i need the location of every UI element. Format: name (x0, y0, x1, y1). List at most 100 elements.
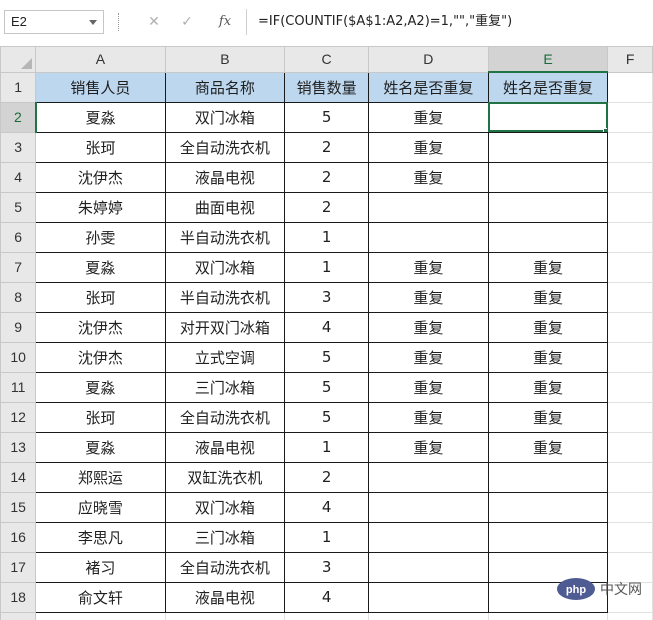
cell-a14[interactable]: 郑熙运 (35, 461, 166, 493)
cell-c19[interactable] (284, 611, 369, 620)
cell-a7[interactable]: 夏淼 (35, 251, 166, 283)
close-icon[interactable]: ✕ (143, 13, 165, 31)
column-header-f[interactable]: F (607, 46, 653, 73)
cell-a12[interactable]: 张珂 (35, 401, 166, 433)
cell-f5[interactable] (607, 191, 653, 223)
cell-d18[interactable] (367, 581, 489, 613)
cell-f1[interactable] (607, 71, 653, 103)
cell-a18[interactable]: 俞文轩 (35, 581, 166, 613)
checkmark-icon[interactable]: ✓ (176, 13, 198, 31)
cell-b5[interactable]: 曲面电视 (164, 191, 286, 223)
cell-d14[interactable] (367, 461, 489, 493)
row-header[interactable]: 17 (0, 551, 37, 583)
select-all-button[interactable] (0, 46, 37, 73)
cell-c1[interactable]: 销售数量 (284, 71, 369, 103)
cell-b18[interactable]: 液晶电视 (164, 581, 286, 613)
column-header-a[interactable]: A (35, 46, 166, 73)
cell-a5[interactable]: 朱婷婷 (35, 191, 166, 223)
cell-e2[interactable] (487, 101, 609, 133)
cell-b17[interactable]: 全自动洗衣机 (164, 551, 286, 583)
cell-d1[interactable]: 姓名是否重复 (367, 71, 489, 103)
cell-b1[interactable]: 商品名称 (164, 71, 286, 103)
cell-d10[interactable]: 重复 (367, 341, 489, 373)
cell-a2[interactable]: 夏淼 (35, 101, 166, 133)
row-header[interactable]: 3 (0, 131, 37, 163)
cell-c6[interactable]: 1 (284, 221, 369, 253)
cell-c9[interactable]: 4 (284, 311, 369, 343)
cell-e10[interactable]: 重复 (487, 341, 609, 373)
cell-f19[interactable] (607, 611, 653, 620)
cell-a10[interactable]: 沈伊杰 (35, 341, 166, 373)
cell-a9[interactable]: 沈伊杰 (35, 311, 166, 343)
name-box[interactable]: E2 (4, 10, 104, 34)
cell-c12[interactable]: 5 (284, 401, 369, 433)
cell-f3[interactable] (607, 131, 653, 163)
cell-c11[interactable]: 5 (284, 371, 369, 403)
cell-b15[interactable]: 双门冰箱 (164, 491, 286, 523)
cell-d6[interactable] (367, 221, 489, 253)
cell-a16[interactable]: 李思凡 (35, 521, 166, 553)
cell-d3[interactable]: 重复 (367, 131, 489, 163)
cell-d7[interactable]: 重复 (367, 251, 489, 283)
row-header[interactable]: 1 (0, 71, 37, 103)
cell-e3[interactable] (487, 131, 609, 163)
cell-c13[interactable]: 1 (284, 431, 369, 463)
row-header[interactable]: 7 (0, 251, 37, 283)
cell-f12[interactable] (607, 401, 653, 433)
cell-b12[interactable]: 全自动洗衣机 (164, 401, 286, 433)
row-header[interactable]: 15 (0, 491, 37, 523)
cell-c14[interactable]: 2 (284, 461, 369, 493)
row-header[interactable]: 4 (0, 161, 37, 193)
cell-e6[interactable] (487, 221, 609, 253)
row-header[interactable]: 8 (0, 281, 37, 313)
row-header[interactable]: 9 (0, 311, 37, 343)
row-header[interactable]: 16 (0, 521, 37, 553)
cell-a8[interactable]: 张珂 (35, 281, 166, 313)
row-header[interactable]: 11 (0, 371, 37, 403)
cell-f13[interactable] (607, 431, 653, 463)
cell-f11[interactable] (607, 371, 653, 403)
cell-a17[interactable]: 褚习 (35, 551, 166, 583)
cell-b10[interactable]: 立式空调 (164, 341, 286, 373)
cell-b13[interactable]: 液晶电视 (164, 431, 286, 463)
cell-c18[interactable]: 4 (284, 581, 369, 613)
cell-e11[interactable]: 重复 (487, 371, 609, 403)
cell-b11[interactable]: 三门冰箱 (164, 371, 286, 403)
cell-a4[interactable]: 沈伊杰 (35, 161, 166, 193)
row-header[interactable]: 6 (0, 221, 37, 253)
cell-d9[interactable]: 重复 (367, 311, 489, 343)
cell-e8[interactable]: 重复 (487, 281, 609, 313)
row-header[interactable]: 18 (0, 581, 37, 613)
cell-e1[interactable]: 姓名是否重复 (487, 71, 609, 103)
cell-d15[interactable] (367, 491, 489, 523)
cell-c7[interactable]: 1 (284, 251, 369, 283)
cell-b7[interactable]: 双门冰箱 (164, 251, 286, 283)
cell-c4[interactable]: 2 (284, 161, 369, 193)
column-header-c[interactable]: C (284, 46, 369, 73)
cell-e9[interactable]: 重复 (487, 311, 609, 343)
cell-a15[interactable]: 应晓雪 (35, 491, 166, 523)
row-header[interactable]: 12 (0, 401, 37, 433)
cell-d11[interactable]: 重复 (367, 371, 489, 403)
row-header[interactable]: 2 (0, 101, 37, 133)
cell-e16[interactable] (487, 521, 609, 553)
cell-e4[interactable] (487, 161, 609, 193)
column-header-e[interactable]: E (487, 46, 609, 73)
cell-c15[interactable]: 4 (284, 491, 369, 523)
cell-f7[interactable] (607, 251, 653, 283)
cell-b2[interactable]: 双门冰箱 (164, 101, 286, 133)
cell-d19[interactable] (367, 611, 489, 620)
row-header[interactable]: 13 (0, 431, 37, 463)
row-header[interactable]: 19 (0, 611, 37, 620)
cell-d4[interactable]: 重复 (367, 161, 489, 193)
cell-e13[interactable]: 重复 (487, 431, 609, 463)
cell-f8[interactable] (607, 281, 653, 313)
cell-a19[interactable] (35, 611, 166, 620)
cell-e7[interactable]: 重复 (487, 251, 609, 283)
cell-b19[interactable] (164, 611, 286, 620)
formula-input[interactable]: =IF(COUNTIF($A$1:A2,A2)=1,"","重复") (250, 9, 653, 35)
function-icon[interactable]: fx (214, 13, 236, 31)
cell-c5[interactable]: 2 (284, 191, 369, 223)
cell-a6[interactable]: 孙雯 (35, 221, 166, 253)
cell-b6[interactable]: 半自动洗衣机 (164, 221, 286, 253)
